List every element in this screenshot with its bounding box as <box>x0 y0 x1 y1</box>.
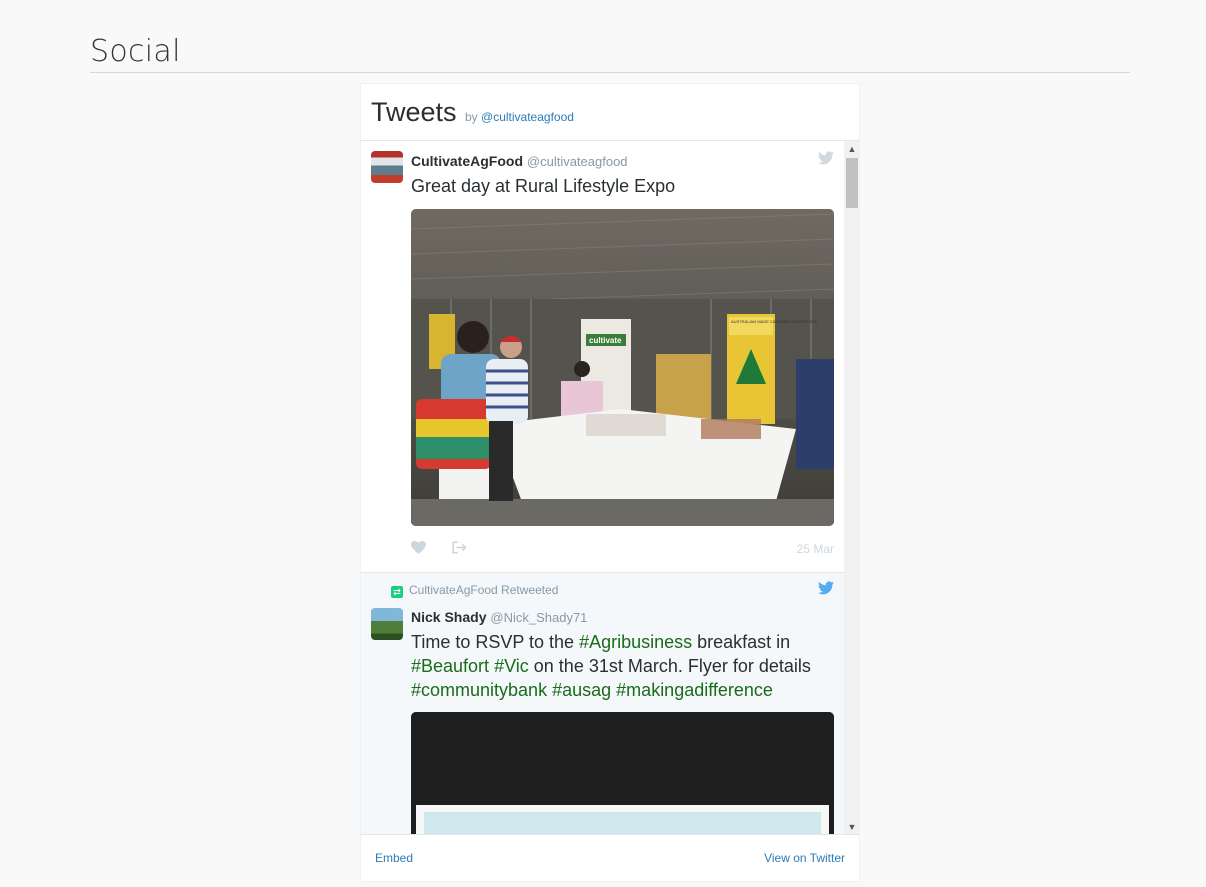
twitter-bird-icon[interactable] <box>818 581 834 599</box>
author-name[interactable]: CultivateAgFood <box>411 153 523 169</box>
scroll-down-icon[interactable]: ▼ <box>844 819 860 835</box>
tweet-text: Time to RSVP to the #Agribusiness breakf… <box>411 630 831 702</box>
heart-icon[interactable] <box>411 541 426 558</box>
tweet[interactable]: CultivateAgFood @cultivateagfood Great d… <box>361 141 844 573</box>
twitter-bird-icon[interactable] <box>818 151 834 169</box>
embed-link[interactable]: Embed <box>375 851 413 865</box>
widget-header: Tweets by @cultivateagfood <box>361 84 859 141</box>
hashtag-link[interactable]: #Vic <box>494 656 529 676</box>
tweet[interactable]: ⇄ CultivateAgFood Retweeted Nick Shady @N… <box>361 573 844 835</box>
tweet-actions: 25 Mar <box>411 541 834 557</box>
tweet-text: Great day at Rural Lifestyle Expo <box>411 176 676 196</box>
section-divider <box>90 72 1130 73</box>
scrollbar-thumb[interactable] <box>846 158 858 208</box>
byline-handle-link[interactable]: @cultivateagfood <box>481 110 574 124</box>
text-segment: breakfast in <box>692 632 791 652</box>
section-title: Social <box>90 34 181 69</box>
tweet-author[interactable]: CultivateAgFood @cultivateagfood <box>411 153 628 169</box>
widget-byline: by @cultivateagfood <box>465 110 574 124</box>
hashtag-link[interactable]: #Agribusiness <box>579 632 692 652</box>
text-segment: on the 31st March. Flyer for details <box>528 656 811 676</box>
tweet-author[interactable]: Nick Shady @Nick_Shady71 <box>411 609 587 625</box>
widget-title: Tweets <box>371 97 457 127</box>
tweet-timeline[interactable]: CultivateAgFood @cultivateagfood Great d… <box>361 141 844 835</box>
byline-prefix: by <box>465 110 478 124</box>
text-segment: Time to RSVP to the <box>411 632 580 652</box>
twitter-timeline-widget: Tweets by @cultivateagfood CultivateAgFo… <box>360 83 860 882</box>
sign-australian-made: AUSTRALIAN MADE CAMPAIGN SUPPORTER <box>731 319 817 324</box>
avatar[interactable] <box>371 151 403 183</box>
retweet-context: ⇄ CultivateAgFood Retweeted <box>391 583 558 598</box>
tweet-photo[interactable] <box>411 712 834 835</box>
avatar[interactable] <box>371 608 403 640</box>
tweet-photo[interactable]: cultivate AUSTRALIAN MADE CAMPAIGN SUPPO… <box>411 209 834 526</box>
retweet-context-text: CultivateAgFood Retweeted <box>409 583 559 597</box>
author-name[interactable]: Nick Shady <box>411 609 486 625</box>
share-icon[interactable] <box>451 541 467 557</box>
widget-footer: Embed View on Twitter <box>361 834 859 881</box>
scroll-up-icon[interactable]: ▲ <box>844 141 860 157</box>
author-handle[interactable]: @Nick_Shady71 <box>490 610 587 625</box>
hashtag-link[interactable]: #Beaufort <box>411 656 489 676</box>
retweet-icon: ⇄ <box>391 586 403 598</box>
hashtag-link[interactable]: #communitybank <box>411 680 547 700</box>
tweet-date[interactable]: 25 Mar <box>797 542 834 556</box>
timeline-scrollbar[interactable]: ▲ ▼ <box>844 141 860 835</box>
view-on-twitter-link[interactable]: View on Twitter <box>764 851 845 865</box>
author-handle[interactable]: @cultivateagfood <box>527 154 628 169</box>
sign-cultivate: cultivate <box>589 336 622 345</box>
hashtag-link[interactable]: #ausag <box>552 680 611 700</box>
hashtag-link[interactable]: #makingadifference <box>616 680 773 700</box>
